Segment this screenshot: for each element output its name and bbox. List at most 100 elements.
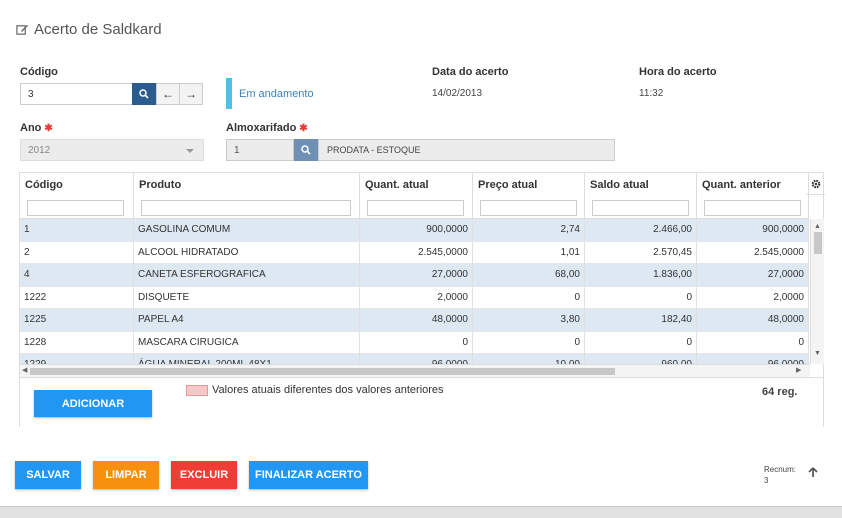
cell-produto: ALCOOL HIDRATADO bbox=[134, 241, 360, 264]
ano-label: Ano ✱ bbox=[20, 122, 53, 134]
chevron-down-icon bbox=[186, 149, 194, 153]
column-header-codigo[interactable]: Código bbox=[20, 173, 134, 219]
table-row[interactable]: 4 CANETA ESFEROGRAFICA 27,0000 68,00 1.836,0… bbox=[20, 264, 809, 287]
cell-codigo: 1 bbox=[20, 219, 134, 241]
grid-horizontal-scrollbar[interactable]: ◀ ▶ bbox=[20, 364, 810, 377]
cell-quant-anterior: 48,0000 bbox=[697, 309, 809, 331]
arrow-up-icon bbox=[808, 467, 818, 477]
table-row[interactable]: 1228 MASCARA CIRUGICA 0 0 0 0 bbox=[20, 331, 809, 354]
arrow-left-icon: ← bbox=[162, 87, 174, 101]
record-count: 64 reg. bbox=[762, 386, 798, 398]
search-icon bbox=[139, 89, 149, 99]
codigo-search-button[interactable] bbox=[132, 83, 156, 105]
filter-input-produto[interactable] bbox=[141, 200, 351, 216]
arrow-right-icon: → bbox=[185, 87, 197, 101]
grid-footer: ADICIONAR Valores atuais diferentes dos … bbox=[20, 377, 823, 427]
codigo-label: Código bbox=[20, 66, 58, 78]
grid-viewport: Código Produto Quant. atual Preço atual … bbox=[20, 173, 809, 364]
almoxarifado-code-field[interactable]: 1 bbox=[226, 139, 294, 161]
table-row[interactable]: 1 GASOLINA COMUM 900,0000 2,74 2.466,00 900,0… bbox=[20, 219, 809, 242]
cell-preco-atual: 2,74 bbox=[473, 219, 585, 241]
delete-button[interactable]: EXCLUIR bbox=[171, 461, 237, 489]
cell-saldo-atual: 182,40 bbox=[585, 309, 697, 331]
cell-produto: DISQUETE bbox=[134, 286, 360, 309]
cell-quant-atual: 2.545,0000 bbox=[360, 241, 473, 264]
column-label: Quant. atual bbox=[365, 179, 429, 191]
status-indicator bbox=[226, 78, 232, 109]
edit-icon bbox=[16, 24, 29, 35]
cell-preco-atual: 0 bbox=[473, 286, 585, 309]
cell-codigo: 1228 bbox=[20, 331, 134, 354]
next-record-button[interactable]: → bbox=[179, 83, 203, 105]
filter-input-quant-atual[interactable] bbox=[367, 200, 464, 216]
column-header-quant-anterior[interactable]: Quant. anterior bbox=[697, 173, 809, 219]
clear-button[interactable]: LIMPAR bbox=[93, 461, 159, 489]
cell-preco-atual: 3,80 bbox=[473, 309, 585, 331]
legend-text: Valores atuais diferentes dos valores an… bbox=[212, 384, 444, 396]
cell-preco-atual: 1,01 bbox=[473, 241, 585, 264]
column-label: Quant. anterior bbox=[702, 179, 781, 191]
scroll-up-icon[interactable]: ▲ bbox=[814, 223, 821, 230]
bottom-bar bbox=[0, 506, 842, 518]
cell-produto: ÁGUA MINERAL 200ML 48X1 bbox=[134, 354, 360, 364]
add-button[interactable]: ADICIONAR bbox=[34, 390, 152, 417]
codigo-input[interactable] bbox=[20, 83, 132, 105]
cell-saldo-atual: 2.466,00 bbox=[585, 219, 697, 241]
cell-saldo-atual: 0 bbox=[585, 331, 697, 354]
cell-produto: MASCARA CIRUGICA bbox=[134, 331, 360, 354]
grid-header: Código Produto Quant. atual Preço atual … bbox=[20, 173, 809, 219]
legend-swatch bbox=[186, 385, 208, 396]
filter-input-preco-atual[interactable] bbox=[480, 200, 577, 216]
save-button[interactable]: SALVAR bbox=[15, 461, 81, 489]
cell-quant-anterior: 2.545,0000 bbox=[697, 241, 809, 264]
almoxarifado-search-button[interactable] bbox=[294, 139, 318, 161]
required-icon: ✱ bbox=[299, 123, 308, 134]
cell-saldo-atual: 2.570,45 bbox=[585, 241, 697, 264]
scroll-right-icon[interactable]: ▶ bbox=[796, 366, 801, 374]
cell-quant-atual: 0 bbox=[360, 331, 473, 354]
table-row[interactable]: 1229ÁGUA MINERAL 200ML 48X196,000010,009… bbox=[20, 354, 809, 364]
page-title-text: Acerto de Saldkard bbox=[34, 21, 162, 38]
cell-codigo: 1222 bbox=[20, 286, 134, 309]
filter-input-codigo[interactable] bbox=[27, 200, 124, 216]
column-header-quant-atual[interactable]: Quant. atual bbox=[360, 173, 473, 219]
column-label: Preço atual bbox=[478, 179, 538, 191]
hora-acerto-value: 11:32 bbox=[639, 88, 664, 99]
filter-input-quant-anterior[interactable] bbox=[704, 200, 801, 216]
cell-preco-atual: 10,00 bbox=[473, 354, 585, 364]
ano-label-text: Ano bbox=[20, 122, 42, 134]
scroll-down-icon[interactable]: ▼ bbox=[814, 350, 821, 357]
cell-saldo-atual: 0 bbox=[585, 286, 697, 309]
cell-quant-atual: 96,0000 bbox=[360, 354, 473, 364]
scroll-thumb[interactable] bbox=[30, 368, 615, 375]
search-icon bbox=[301, 145, 311, 155]
column-header-produto[interactable]: Produto bbox=[134, 173, 360, 219]
column-header-preco-atual[interactable]: Preço atual bbox=[473, 173, 585, 219]
required-icon: ✱ bbox=[44, 123, 53, 134]
cell-codigo: 2 bbox=[20, 241, 134, 264]
grid-vertical-scrollbar[interactable]: ▲ ▼ bbox=[810, 219, 824, 364]
filter-input-saldo-atual[interactable] bbox=[592, 200, 689, 216]
table-row[interactable]: 2 ALCOOL HIDRATADO 2.545,0000 1,01 2.570,45 2… bbox=[20, 241, 809, 264]
table-row[interactable]: 1222 DISQUETE 2,0000 0 0 2,0000 bbox=[20, 286, 809, 309]
previous-record-button[interactable]: ← bbox=[156, 83, 180, 105]
finalize-button[interactable]: FINALIZAR ACERTO bbox=[249, 461, 368, 489]
cell-produto: PAPEL A4 bbox=[134, 309, 360, 331]
almoxarifado-label-text: Almoxarifado bbox=[226, 122, 297, 134]
column-header-saldo-atual[interactable]: Saldo atual bbox=[585, 173, 697, 219]
ano-select-value: 2012 bbox=[28, 145, 51, 156]
cell-quant-atual: 27,0000 bbox=[360, 264, 473, 286]
ano-select[interactable]: 2012 bbox=[20, 139, 204, 161]
cell-quant-atual: 900,0000 bbox=[360, 219, 473, 241]
cell-quant-anterior: 96,0000 bbox=[697, 354, 809, 364]
almoxarifado-label: Almoxarifado ✱ bbox=[226, 122, 308, 134]
table-row[interactable]: 1225 PAPEL A4 48,0000 3,80 182,40 48,0000 bbox=[20, 309, 809, 332]
scroll-thumb[interactable] bbox=[814, 232, 822, 254]
grid-settings-button[interactable] bbox=[806, 173, 825, 195]
cell-saldo-atual: 960,00 bbox=[585, 354, 697, 364]
scroll-top-button[interactable] bbox=[808, 465, 818, 483]
status-text: Em andamento bbox=[239, 88, 314, 100]
cell-quant-anterior: 900,0000 bbox=[697, 219, 809, 241]
almoxarifado-description-field: PRODATA - ESTOQUE bbox=[318, 139, 615, 161]
scroll-left-icon[interactable]: ◀ bbox=[22, 366, 27, 374]
